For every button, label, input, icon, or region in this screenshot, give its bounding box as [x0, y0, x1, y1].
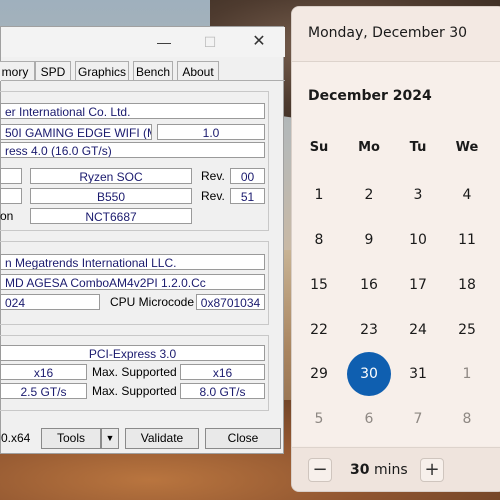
calendar-day[interactable]: 18: [445, 263, 489, 307]
version-label: 0.x64: [1, 431, 31, 445]
weekday-monday: Mo: [358, 140, 380, 155]
weekday-sunday: Su: [309, 140, 329, 155]
bottom-toolbar: 0.x64 Tools ▼ Validate Close: [1, 425, 285, 453]
increase-focus-button[interactable]: +: [420, 458, 444, 482]
close-icon[interactable]: ✕: [248, 32, 270, 52]
minimize-icon[interactable]: —: [153, 32, 175, 52]
month-title[interactable]: December 2024: [308, 88, 432, 104]
tools-dropdown-arrow-icon[interactable]: ▼: [101, 428, 119, 449]
microcode-field: 0x8701034: [196, 294, 265, 310]
calendar-day[interactable]: 31: [396, 352, 440, 396]
calendar-day-next-month[interactable]: 7: [396, 397, 440, 441]
model-field: 50I GAMING EDGE WIFI (MS-7C: [0, 124, 152, 140]
weekday-wednesday: We: [455, 140, 479, 155]
calendar-month-view: December 2024 Su Mo Tu We 1 2 3 4 8 9 10…: [292, 62, 500, 446]
chipset-vendor-field: [0, 168, 22, 184]
calendar-day-next-month[interactable]: 5: [297, 397, 341, 441]
calendar-day[interactable]: 16: [347, 263, 391, 307]
calendar-day[interactable]: 15: [297, 263, 341, 307]
calendar-day[interactable]: 10: [396, 218, 440, 262]
calendar-day-next-month[interactable]: 8: [445, 397, 489, 441]
calendar-header[interactable]: Monday, December 30: [292, 7, 500, 62]
bios-version-field: MD AGESA ComboAM4v2PI 1.2.0.Cc: [0, 274, 265, 290]
window-titlebar[interactable]: — ☐ ✕: [1, 27, 285, 57]
lpcio-field: NCT6687: [30, 208, 192, 224]
calendar-day[interactable]: 24: [396, 308, 440, 352]
focus-session-bar: − 30 mins +: [292, 447, 500, 491]
cpuz-window: — ☐ ✕ mory SPD Graphics Bench About er I…: [0, 26, 285, 454]
manufacturer-field: er International Co. Ltd.: [0, 103, 265, 119]
calendar-day[interactable]: 9: [347, 218, 391, 262]
calendar-day[interactable]: 11: [445, 218, 489, 262]
max-speed-label: Max. Supported: [92, 384, 177, 398]
calendar-flyout: Monday, December 30 December 2024 Su Mo …: [291, 6, 500, 492]
calendar-day[interactable]: 22: [297, 308, 341, 352]
calendar-day[interactable]: 25: [445, 308, 489, 352]
calendar-day[interactable]: 23: [347, 308, 391, 352]
lpcio-label: on: [0, 209, 14, 223]
southbridge-vendor-field: [0, 188, 22, 204]
tab-divider: [1, 80, 285, 81]
link-width-field: x16: [0, 364, 87, 380]
maximize-icon[interactable]: ☐: [199, 32, 221, 52]
motherboard-group: er International Co. Ltd. 50I GAMING EDG…: [0, 91, 269, 231]
chipset-field: Ryzen SOC: [30, 168, 192, 184]
decrease-focus-button[interactable]: −: [308, 458, 332, 482]
close-button[interactable]: Close: [205, 428, 281, 449]
calendar-day[interactable]: 1: [297, 173, 341, 217]
validate-button[interactable]: Validate: [125, 428, 199, 449]
calendar-day[interactable]: 8: [297, 218, 341, 262]
focus-duration: 30 mins: [350, 462, 408, 478]
tab-bench[interactable]: Bench: [133, 61, 173, 81]
calendar-day[interactable]: 4: [445, 173, 489, 217]
link-speed-field: 2.5 GT/s: [0, 383, 87, 399]
calendar-day[interactable]: 29: [297, 352, 341, 396]
calendar-day-next-month[interactable]: 1: [445, 352, 489, 396]
graphic-bus-field: PCI-Express 3.0: [0, 345, 265, 361]
weekday-tuesday: Tu: [409, 140, 427, 155]
calendar-day-next-month[interactable]: 6: [347, 397, 391, 441]
tab-about[interactable]: About: [177, 61, 219, 81]
tab-memory[interactable]: mory: [0, 61, 35, 81]
max-width-label: Max. Supported: [92, 365, 177, 379]
calendar-day[interactable]: 3: [396, 173, 440, 217]
calendar-day[interactable]: 17: [396, 263, 440, 307]
bios-date-field: 024: [0, 294, 100, 310]
chipset-rev-field: 00: [230, 168, 265, 184]
bios-brand-field: n Megatrends International LLC.: [0, 254, 265, 270]
tab-graphics[interactable]: Graphics: [75, 61, 129, 81]
focus-minutes-unit: mins: [373, 462, 408, 478]
microcode-label: CPU Microcode: [110, 295, 195, 309]
current-date-label: Monday, December 30: [308, 25, 468, 41]
calendar-day-today[interactable]: 30: [347, 352, 391, 396]
focus-minutes-value: 30: [350, 462, 370, 478]
tab-spd[interactable]: SPD: [35, 61, 71, 81]
bus-specs-field: ress 4.0 (16.0 GT/s): [0, 142, 265, 158]
southbridge-rev-label: Rev.: [201, 189, 225, 203]
bios-group: n Megatrends International LLC. MD AGESA…: [0, 241, 269, 325]
chipset-rev-label: Rev.: [201, 169, 225, 183]
model-revision-field: 1.0: [157, 124, 265, 140]
max-width-field: x16: [180, 364, 265, 380]
max-speed-field: 8.0 GT/s: [180, 383, 265, 399]
southbridge-field: B550: [30, 188, 192, 204]
tools-button[interactable]: Tools: [41, 428, 101, 449]
calendar-day[interactable]: 2: [347, 173, 391, 217]
southbridge-rev-field: 51: [230, 188, 265, 204]
graphic-interface-group: PCI-Express 3.0 x16 Max. Supported x16 2…: [0, 335, 269, 411]
